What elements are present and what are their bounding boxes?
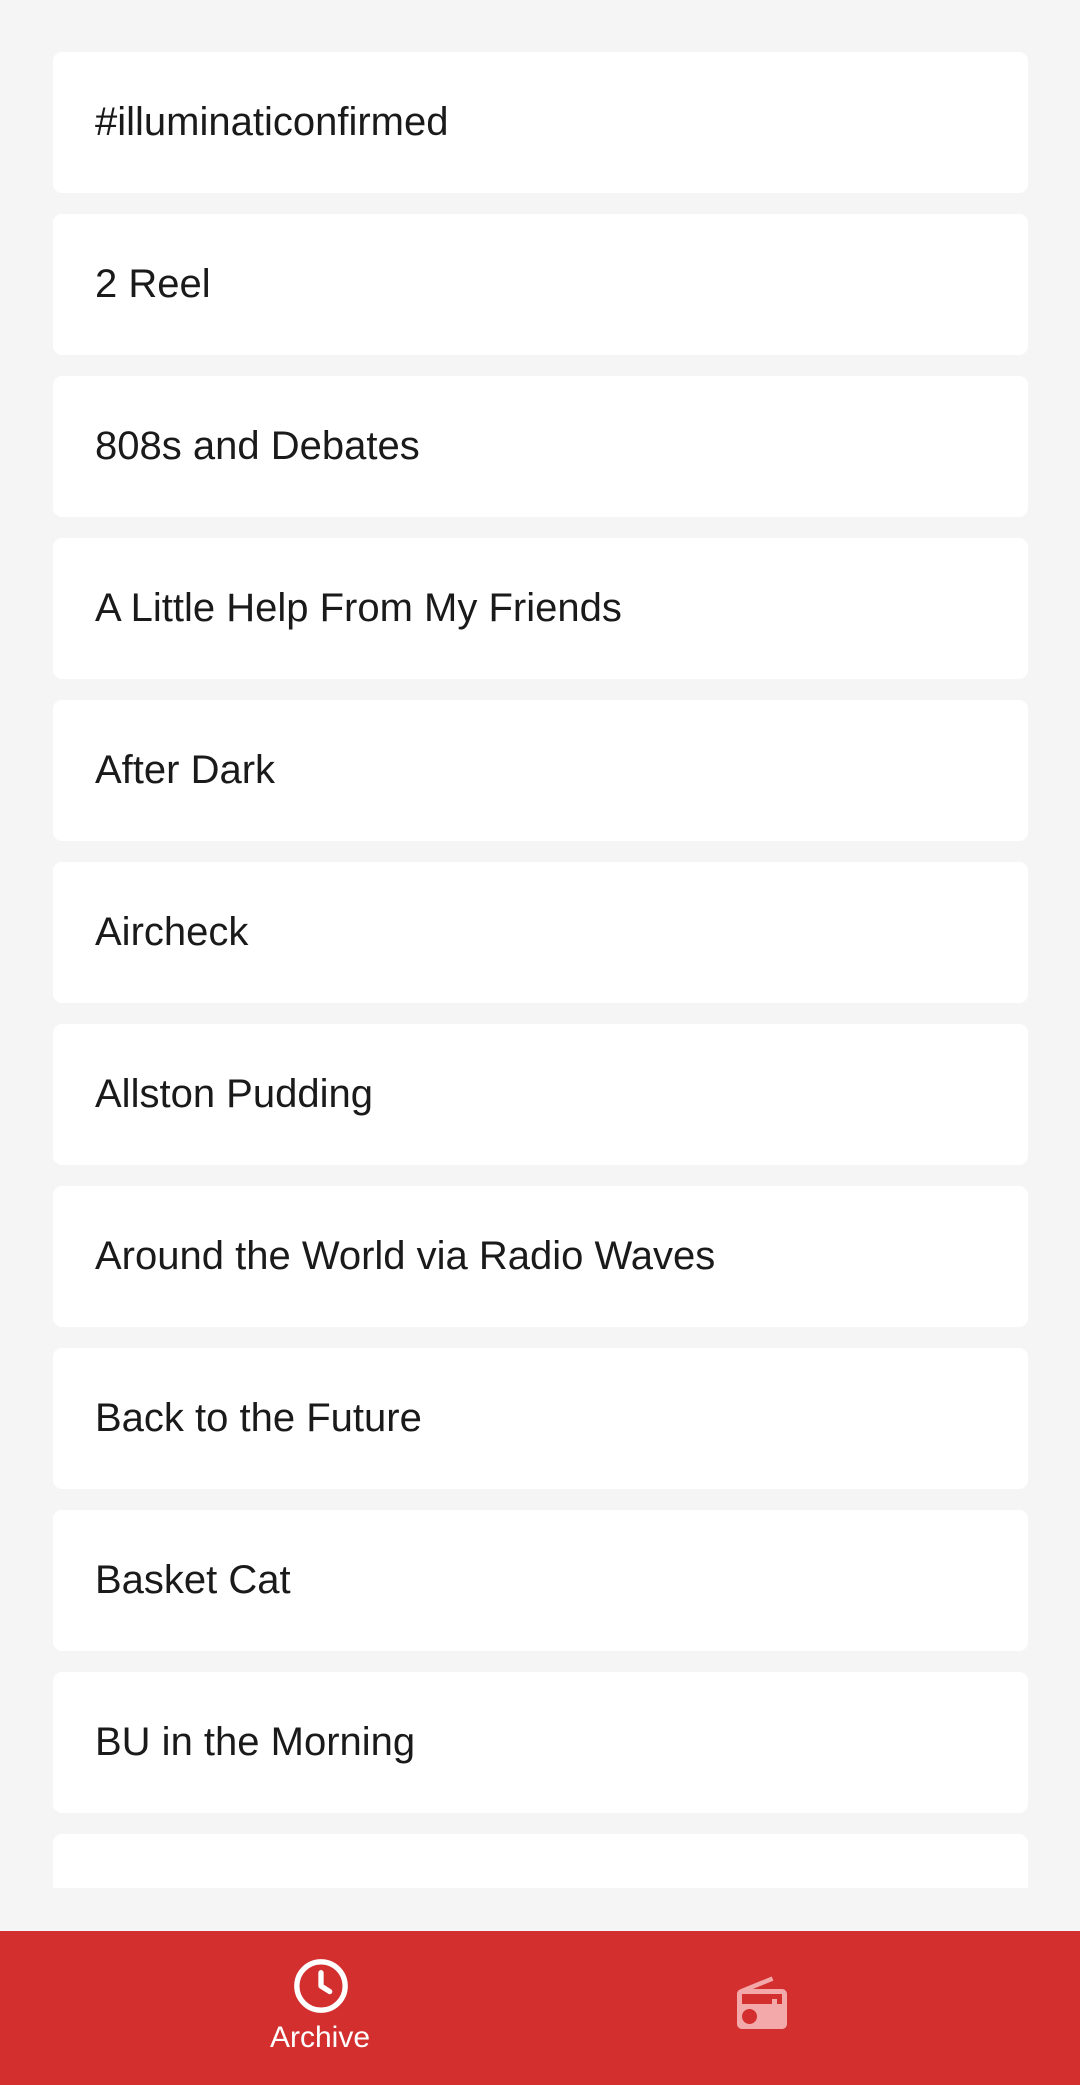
bottom-navigation-bar: Archive	[0, 1931, 1080, 2085]
show-list-item[interactable]: #illuminaticonfirmed	[53, 52, 1028, 193]
show-list-item[interactable]: BU in the Morning	[53, 1672, 1028, 1813]
show-list-item[interactable]	[53, 1834, 1028, 1888]
show-list-item[interactable]: Basket Cat	[53, 1510, 1028, 1651]
show-list-item[interactable]: A Little Help From My Friends	[53, 538, 1028, 679]
show-list-item[interactable]: After Dark	[53, 700, 1028, 841]
clock-icon	[294, 1959, 348, 2013]
radio-icon	[737, 1976, 787, 2029]
show-list-item[interactable]: Back to the Future	[53, 1348, 1028, 1489]
archive-tab[interactable]: Archive	[0, 1931, 540, 2085]
show-list: #illuminaticonfirmed 2 Reel 808s and Deb…	[53, 52, 1028, 1888]
show-list-viewport[interactable]: #illuminaticonfirmed 2 Reel 808s and Deb…	[0, 0, 1080, 1888]
show-list-item[interactable]: 2 Reel	[53, 214, 1028, 355]
show-list-item[interactable]: Around the World via Radio Waves	[53, 1186, 1028, 1327]
show-list-item[interactable]: Aircheck	[53, 862, 1028, 1003]
show-list-item[interactable]: Allston Pudding	[53, 1024, 1028, 1165]
show-list-item[interactable]: 808s and Debates	[53, 376, 1028, 517]
live-radio-tab[interactable]	[540, 1931, 1080, 2085]
